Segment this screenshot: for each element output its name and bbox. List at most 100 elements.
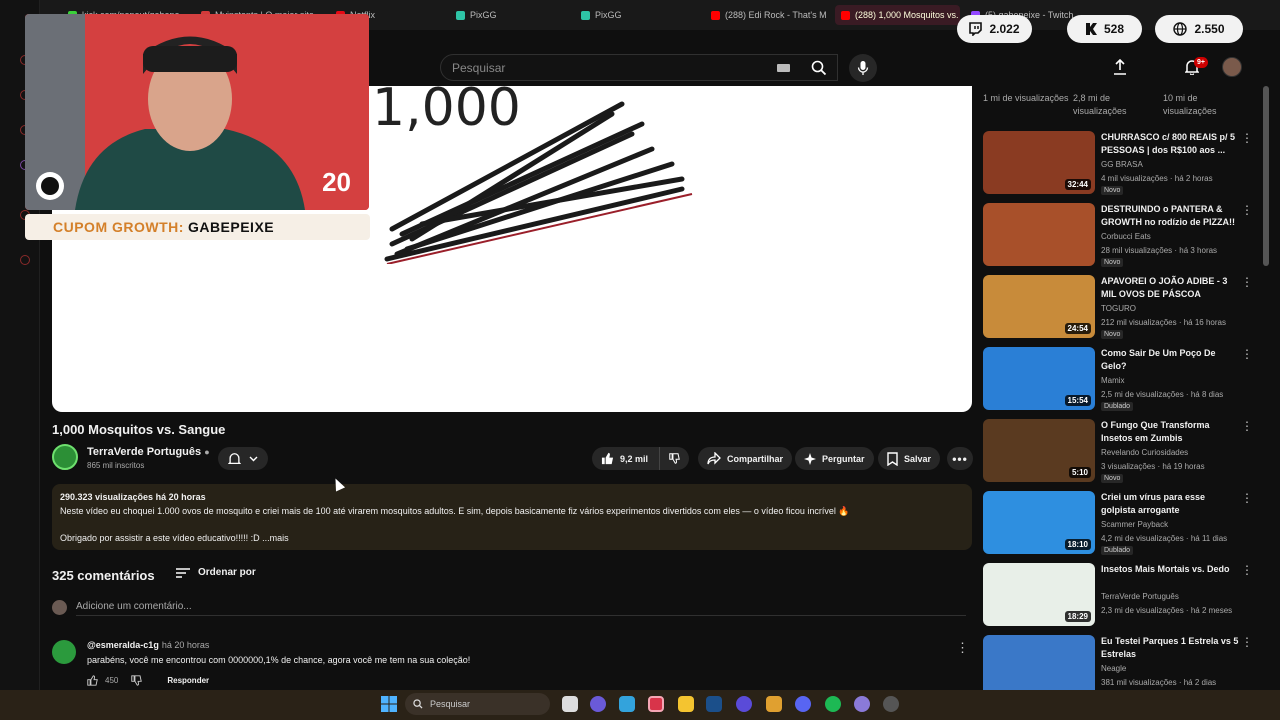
sort-label: Ordenar por: [198, 567, 256, 578]
more-vertical-icon[interactable]: ⋮: [1241, 131, 1253, 145]
recommendation-thumbnail[interactable]: 5:10: [983, 419, 1095, 482]
recommendation-item[interactable]: 5:10 O Fungo Que Transforma Insetos em Zu…: [983, 419, 1258, 487]
more-vertical-icon[interactable]: ⋮: [1241, 419, 1253, 433]
twitch-viewer-count: 2.022: [989, 22, 1020, 36]
upload-icon[interactable]: [1113, 59, 1127, 75]
tab-youtube-edi-rock[interactable]: (288) Edi Rock - That's M: [705, 5, 830, 25]
recommendation-thumbnail[interactable]: 24:54: [983, 275, 1095, 338]
thumbs-down-icon[interactable]: [131, 675, 143, 686]
recommendation-item[interactable]: 15:54 Como Sair De Um Poço De Gelo? Mamix 2…: [983, 347, 1258, 415]
more-vertical-icon[interactable]: ⋮: [1241, 491, 1253, 505]
commenter-avatar[interactable]: [52, 640, 76, 664]
channel-name-link[interactable]: TerraVerde Português ●: [87, 446, 210, 458]
recommendation-item[interactable]: 32:44 CHURRASCO c/ 800 REAIS p/ 5 PESSOAS…: [983, 131, 1258, 199]
recommendation-item[interactable]: 18:10 Criei um vírus para esse golpista a…: [983, 491, 1258, 559]
recommendation-thumbnail[interactable]: 18:10: [983, 491, 1095, 554]
more-horizontal-icon: •••: [952, 451, 968, 466]
app-icon[interactable]: [883, 696, 899, 712]
sidebar-scrollbar[interactable]: [1263, 86, 1269, 266]
tab-pixgg[interactable]: PixGG: [450, 5, 560, 25]
sort-comments-button[interactable]: Ordenar por: [176, 567, 256, 578]
recommendation-channel[interactable]: Corbucci Eats: [1101, 232, 1151, 241]
recommendation-title[interactable]: Eu Testei Parques 1 Estrela vs 5 Estrela…: [1101, 635, 1241, 661]
recommendation-title[interactable]: Criei um vírus para esse golpista arroga…: [1101, 491, 1241, 517]
ask-button[interactable]: Perguntar: [795, 447, 874, 470]
bookmark-icon: [887, 451, 898, 466]
more-actions-button[interactable]: •••: [947, 447, 973, 470]
comment-like-count: 450: [105, 676, 119, 685]
thumbs-up-icon[interactable]: [87, 675, 98, 686]
recommendation-thumbnail[interactable]: 18:29: [983, 563, 1095, 626]
recommendation-thumbnail[interactable]: [983, 203, 1095, 266]
recommendation-thumbnail[interactable]: [983, 635, 1095, 698]
comment-author-handle: @esmeralda-c1g: [87, 640, 159, 650]
recommendation-item[interactable]: 24:54 APAVOREI O JOÃO ADIBE - 3 MIL OVOS …: [983, 275, 1258, 343]
recommendation-channel[interactable]: Revelando Curiosidades: [1101, 448, 1188, 457]
like-button[interactable]: 9,2 mil: [592, 447, 659, 470]
tab-favicon: [581, 10, 590, 20]
subscription-bell-button[interactable]: [218, 447, 268, 470]
dislike-button[interactable]: [659, 447, 689, 470]
recommendation-channel[interactable]: Scammer Payback: [1101, 520, 1168, 529]
spotify-icon[interactable]: [825, 696, 841, 712]
comment-more-icon[interactable]: ⋮: [956, 640, 969, 656]
share-icon: [707, 452, 721, 465]
recommendation-meta: 2,5 mi de visualizações · há 8 dias: [1101, 390, 1224, 399]
search-button[interactable]: [800, 54, 838, 81]
recommendation-channel[interactable]: GG BRASA: [1101, 160, 1143, 169]
more-vertical-icon[interactable]: ⋮: [1241, 203, 1253, 217]
save-button[interactable]: Salvar: [878, 447, 941, 470]
recommendation-title[interactable]: CHURRASCO c/ 800 REAIS p/ 5 PESSOAS | do…: [1101, 131, 1241, 157]
thumbs-down-icon: [669, 453, 680, 464]
opera-gx-icon[interactable]: [648, 696, 664, 712]
tab-label: (288) Edi Rock - That's M: [725, 10, 827, 20]
recommendation-channel[interactable]: TOGURO: [1101, 304, 1136, 313]
app-icon[interactable]: [854, 696, 870, 712]
recommendation-channel[interactable]: Mamix: [1101, 376, 1125, 385]
tab-pixgg-2[interactable]: PixGG: [575, 5, 685, 25]
recommendation-channel[interactable]: TerraVerde Português: [1101, 592, 1179, 601]
taskbar-search-input[interactable]: Pesquisar: [405, 693, 550, 715]
recommendation-title[interactable]: Insetos Mais Mortais vs. Dedo: [1101, 563, 1241, 576]
app-icon[interactable]: [736, 696, 752, 712]
recommendation-thumbnail[interactable]: 32:44: [983, 131, 1095, 194]
recommendation-channel[interactable]: Neagle: [1101, 664, 1126, 673]
sparkle-icon: [804, 452, 816, 465]
more-vertical-icon[interactable]: ⋮: [1241, 563, 1253, 577]
recommendation-item[interactable]: 18:29 Insetos Mais Mortais vs. Dedo TerraV…: [983, 563, 1258, 631]
file-explorer-icon[interactable]: [562, 696, 578, 712]
recommendation-thumbnail[interactable]: 15:54: [983, 347, 1095, 410]
windows-start-icon[interactable]: [381, 696, 397, 712]
recommendation-item[interactable]: DESTRUINDO o PANTERA & GROWTH no rodízio…: [983, 203, 1258, 271]
sidebar-app-icon[interactable]: [20, 255, 30, 265]
recommendation-title[interactable]: APAVOREI O JOÃO ADIBE - 3 MIL OVOS DE PÁ…: [1101, 275, 1241, 301]
thumbs-up-icon: [601, 452, 614, 465]
video-description[interactable]: 290.323 visualizações há 20 horas Neste …: [52, 484, 972, 550]
voice-search-button[interactable]: [849, 54, 877, 82]
tab-label: (288) 1,000 Mosquitos vs.: [855, 10, 959, 20]
recommendation-title[interactable]: DESTRUINDO o PANTERA & GROWTH no rodízio…: [1101, 203, 1241, 229]
recommendation-badge: Novo: [1101, 258, 1124, 267]
add-comment-input[interactable]: Adicione um comentário...: [76, 601, 966, 616]
recommendation-title[interactable]: O Fungo Que Transforma Insetos em Zumbis: [1101, 419, 1241, 445]
more-vertical-icon[interactable]: ⋮: [1241, 347, 1253, 361]
recommendation-title[interactable]: Como Sair De Um Poço De Gelo?: [1101, 347, 1241, 373]
app-icon[interactable]: [619, 696, 635, 712]
more-vertical-icon[interactable]: ⋮: [1241, 275, 1253, 289]
keyboard-icon[interactable]: [777, 64, 790, 72]
tab-youtube-mosquitos[interactable]: (288) 1,000 Mosquitos vs.: [835, 5, 960, 25]
reply-button[interactable]: Responder: [167, 676, 209, 685]
comment-author[interactable]: @esmeralda-c1g há 20 horas: [87, 640, 209, 650]
bell-icon: [228, 452, 241, 464]
channel-name: TerraVerde Português: [87, 446, 202, 458]
app-icon[interactable]: [590, 696, 606, 712]
steam-icon[interactable]: [706, 696, 722, 712]
taskbar-search-placeholder: Pesquisar: [430, 699, 471, 709]
folder-icon[interactable]: [678, 696, 694, 712]
share-button[interactable]: Compartilhar: [698, 447, 793, 470]
channel-avatar[interactable]: [52, 444, 78, 470]
more-vertical-icon[interactable]: ⋮: [1241, 635, 1253, 649]
discord-icon[interactable]: [795, 696, 811, 712]
account-avatar[interactable]: [1222, 57, 1242, 77]
slack-icon[interactable]: [766, 696, 782, 712]
